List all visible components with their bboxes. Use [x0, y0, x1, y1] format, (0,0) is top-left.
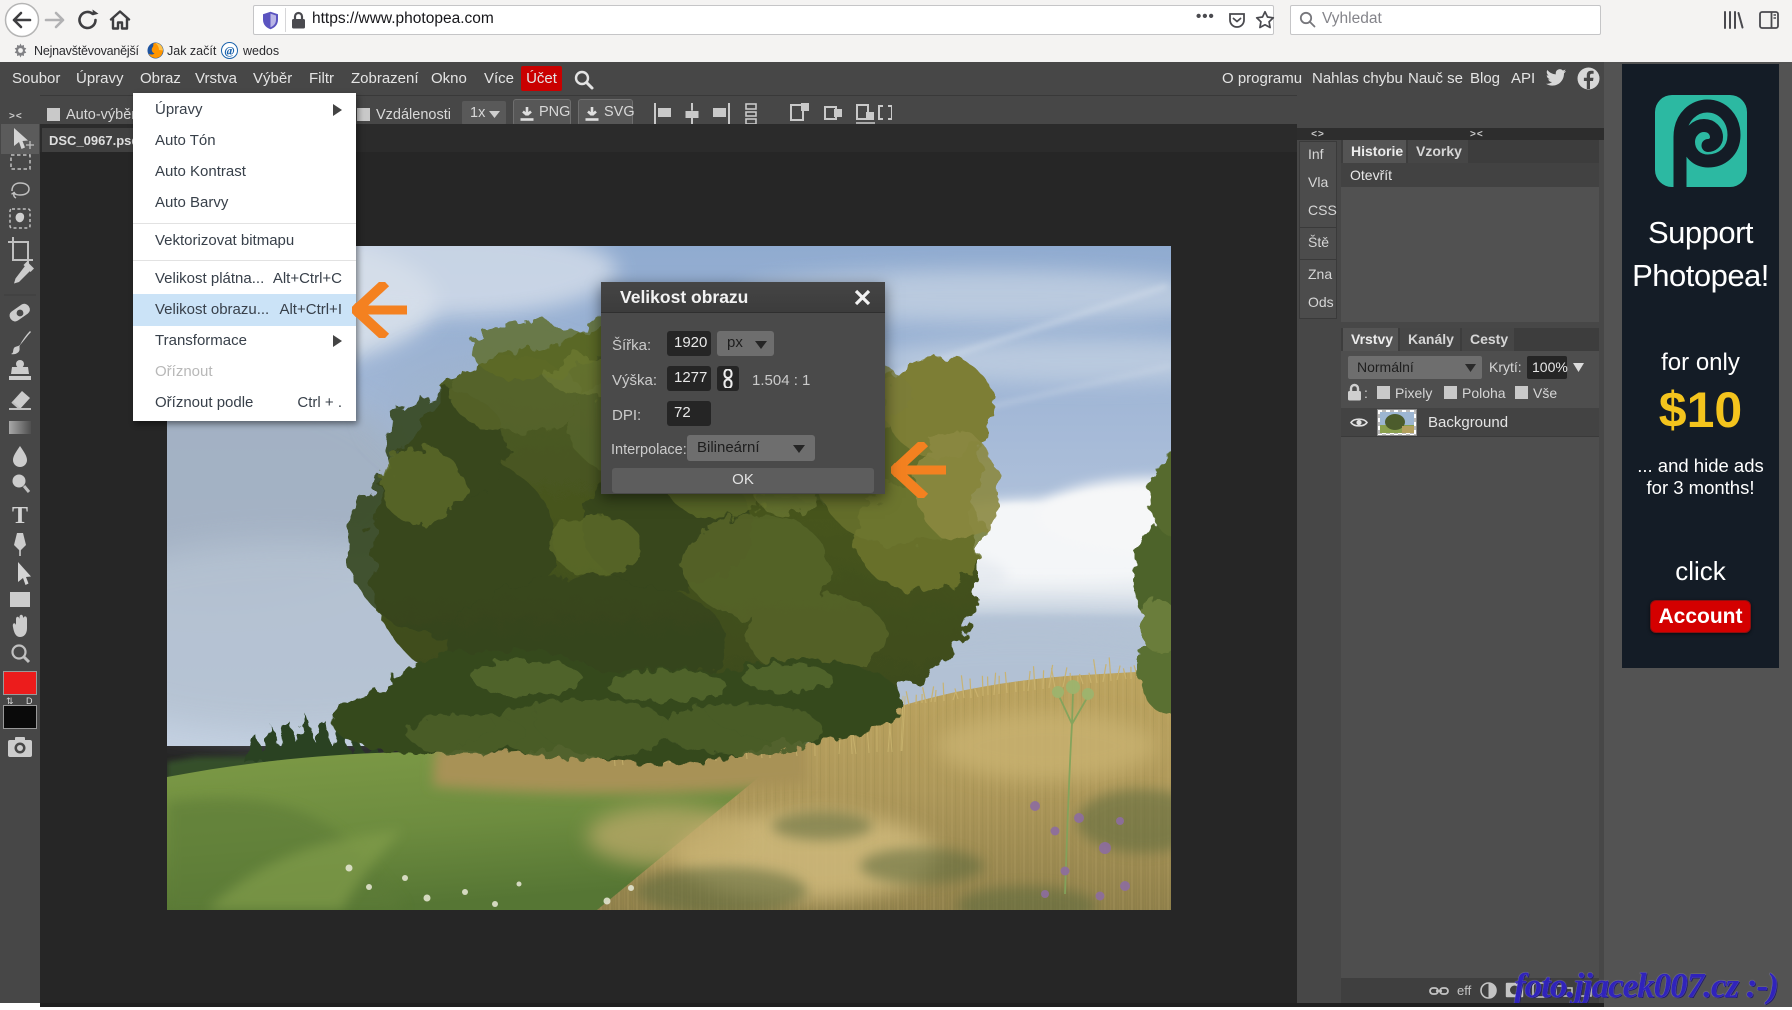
svg-text:T: T: [12, 503, 28, 529]
svg-text:@: @: [225, 44, 235, 58]
